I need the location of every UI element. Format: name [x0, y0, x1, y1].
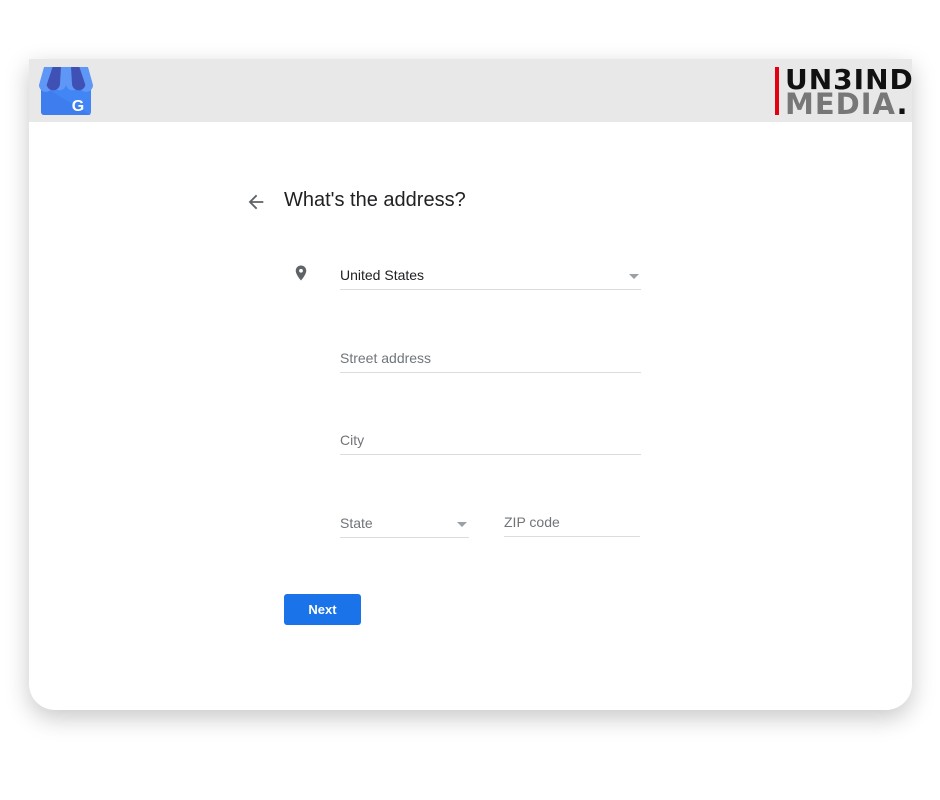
city-input[interactable]: City	[340, 421, 641, 455]
unbind-media-logo: UN3IND MEDIA.	[775, 63, 912, 121]
svg-text:G: G	[72, 98, 84, 115]
chevron-down-icon	[457, 522, 467, 527]
zip-code-input[interactable]: ZIP code	[504, 503, 640, 537]
state-select[interactable]: State	[340, 503, 469, 538]
next-button[interactable]: Next	[284, 594, 361, 625]
google-my-business-logo: G	[39, 67, 93, 115]
country-value: United States	[340, 267, 425, 283]
main-card: G UN3IND MEDIA. What's the address? Unit…	[29, 59, 912, 710]
back-arrow-icon[interactable]	[245, 191, 267, 213]
header-bar: G UN3IND MEDIA.	[29, 59, 912, 122]
street-address-input[interactable]: Street address	[340, 339, 641, 373]
chevron-down-icon	[629, 274, 639, 279]
page-title: What's the address?	[284, 189, 466, 211]
country-select[interactable]: United States	[340, 254, 641, 290]
location-pin-icon	[295, 265, 307, 281]
